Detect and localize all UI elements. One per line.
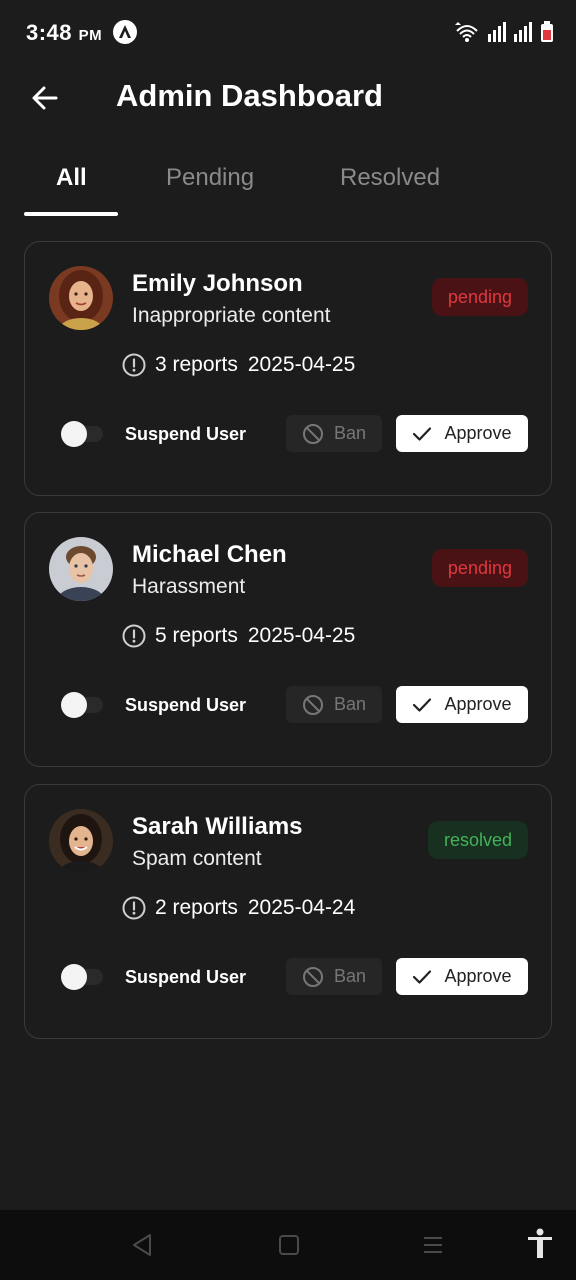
suspend-label: Suspend User	[125, 695, 247, 715]
status-time: 3:48 PM	[26, 20, 103, 45]
ban-button[interactable]: Ban	[286, 958, 382, 995]
suspend-toggle[interactable]	[61, 691, 105, 719]
avatar	[49, 266, 113, 330]
signal-icon	[514, 22, 532, 42]
page-title: Admin Dashboard	[116, 78, 383, 113]
filter-tabs: All Pending Resolved	[24, 148, 552, 218]
user-name: Emily Johnson	[132, 270, 303, 297]
app-notification-icon	[113, 20, 137, 44]
ban-icon	[302, 423, 323, 444]
report-count: 2 reports	[155, 896, 238, 919]
approve-button[interactable]: Approve	[396, 958, 528, 995]
battery-icon	[541, 21, 553, 42]
report-meta: 2 reports 2025-04-24	[121, 895, 355, 921]
alert-circle-icon	[122, 896, 146, 920]
ban-icon	[302, 694, 323, 715]
approve-button[interactable]: Approve	[396, 686, 528, 723]
user-name: Sarah Williams	[132, 813, 303, 840]
check-icon	[413, 697, 432, 712]
tab-pending[interactable]: Pending	[166, 164, 254, 192]
suspend-toggle[interactable]	[61, 420, 105, 448]
report-card: Michael Chen Harassment pending 5 report…	[24, 512, 552, 767]
wifi-icon	[455, 22, 478, 42]
alert-circle-icon	[122, 353, 146, 377]
suspend-label: Suspend User	[125, 967, 247, 987]
alert-circle-icon	[122, 624, 146, 648]
report-meta: 5 reports 2025-04-25	[121, 623, 355, 649]
ban-button[interactable]: Ban	[286, 686, 382, 723]
report-reason: Inappropriate content	[132, 304, 331, 327]
report-card: Sarah Williams Spam content resolved 2 r…	[24, 784, 552, 1039]
report-count: 5 reports	[155, 624, 238, 647]
app-header: Admin Dashboard	[0, 64, 576, 132]
status-badge: pending	[431, 278, 528, 316]
arrow-left-icon	[32, 86, 58, 110]
check-icon	[413, 426, 432, 441]
back-button[interactable]	[28, 80, 64, 116]
avatar	[49, 537, 113, 601]
system-icons	[452, 20, 554, 44]
system-nav-bar	[0, 1210, 576, 1280]
status-badge: pending	[431, 549, 528, 587]
tab-resolved[interactable]: Resolved	[340, 164, 440, 192]
status-badge: resolved	[427, 821, 528, 859]
back-triangle-icon[interactable]	[130, 1232, 154, 1258]
accessibility-icon[interactable]	[526, 1228, 554, 1260]
report-meta: 3 reports 2025-04-25	[121, 352, 355, 378]
report-date: 2025-04-24	[247, 896, 356, 919]
avatar	[49, 809, 113, 873]
report-reason: Spam content	[132, 847, 262, 870]
report-reason: Harassment	[132, 575, 246, 598]
report-card: Emily Johnson Inappropriate content pend…	[24, 241, 552, 496]
active-tab-indicator	[24, 212, 118, 216]
home-square-icon[interactable]	[277, 1232, 301, 1258]
report-date: 2025-04-25	[247, 624, 356, 647]
tab-all[interactable]: All	[56, 164, 87, 192]
user-name: Michael Chen	[132, 541, 287, 568]
suspend-toggle[interactable]	[61, 963, 105, 991]
ban-button[interactable]: Ban	[286, 415, 382, 452]
status-bar: 3:48 PM	[0, 0, 576, 64]
signal-icon	[488, 22, 506, 42]
report-date: 2025-04-25	[247, 353, 356, 376]
check-icon	[413, 969, 432, 984]
suspend-label: Suspend User	[125, 424, 247, 444]
report-count: 3 reports	[155, 353, 238, 376]
ban-icon	[302, 966, 323, 987]
approve-button[interactable]: Approve	[396, 415, 528, 452]
menu-lines-icon[interactable]	[421, 1232, 445, 1258]
